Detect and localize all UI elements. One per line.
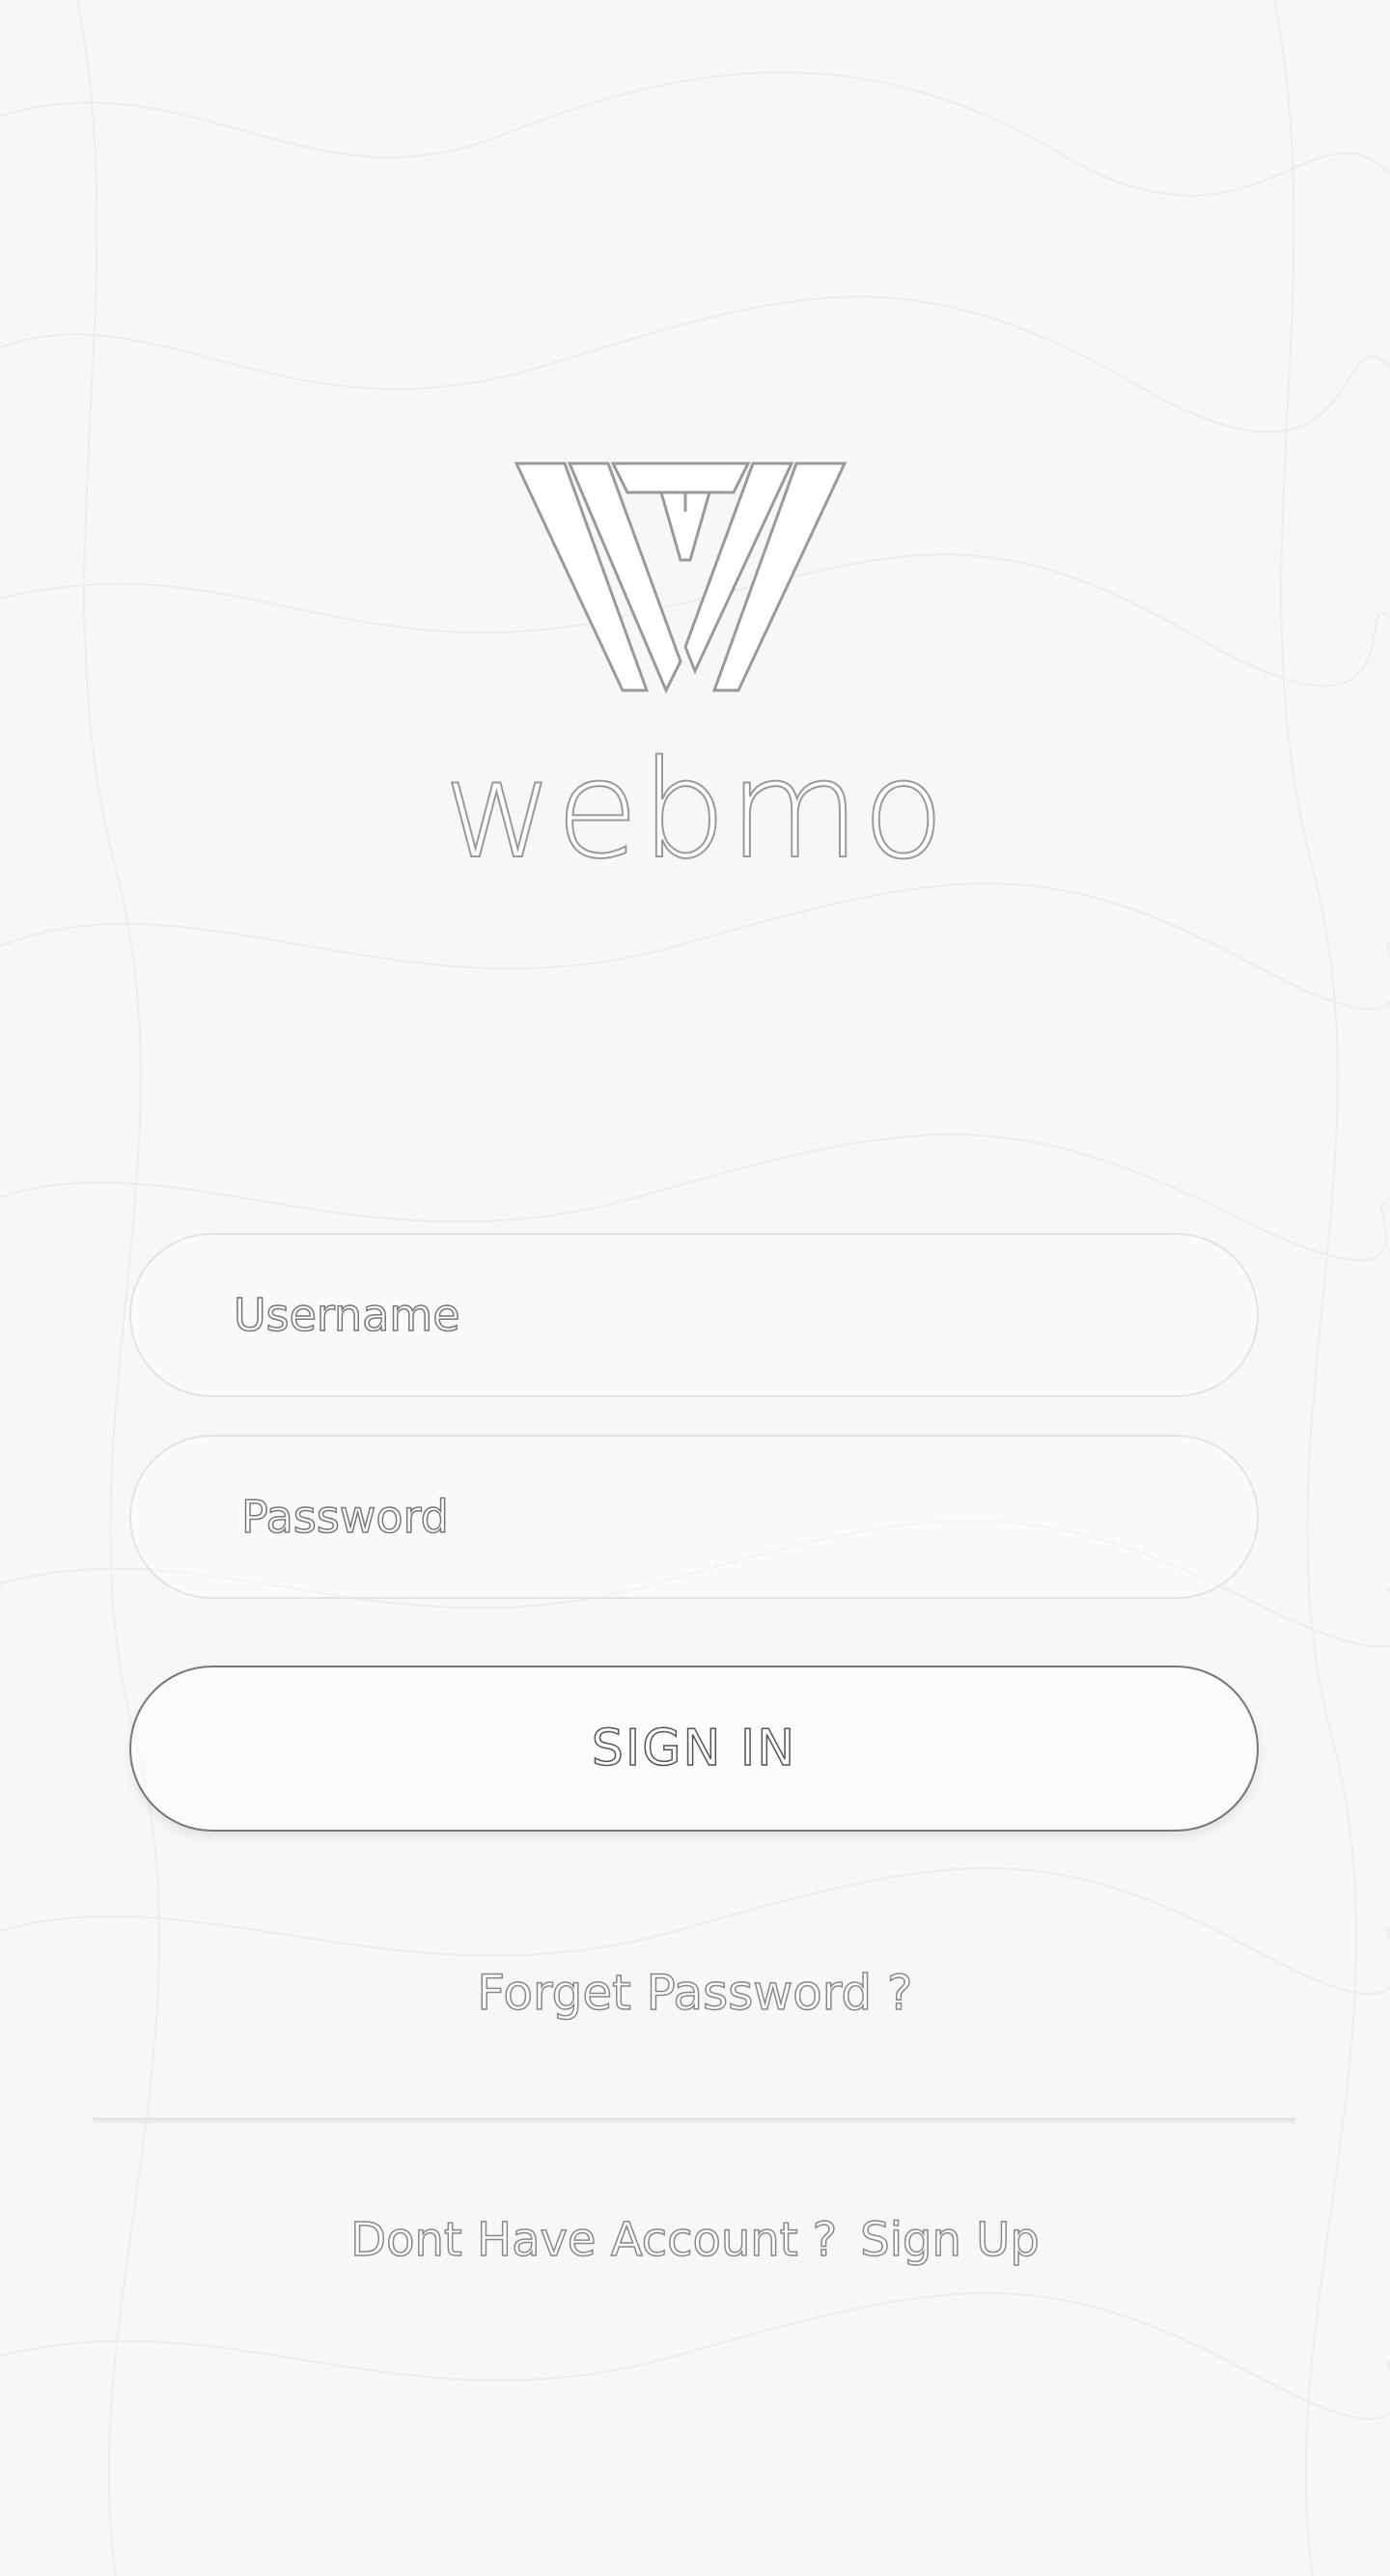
sign-up-link[interactable]: Sign Up <box>860 2212 1041 2268</box>
brand-wordmark: webmo <box>442 732 947 889</box>
password-field[interactable] <box>129 1435 1259 1599</box>
password-input[interactable] <box>241 1437 1207 1597</box>
sign-in-button[interactable]: SIGN IN <box>129 1666 1259 1832</box>
forgot-password-link[interactable]: Forget Password ? <box>0 1964 1390 2022</box>
username-field[interactable] <box>129 1233 1259 1397</box>
webmo-w-logo-icon <box>514 462 848 694</box>
divider <box>93 2117 1295 2121</box>
signup-prompt: Dont Have Account ? Sign Up <box>0 2212 1390 2268</box>
no-account-text: Dont Have Account ? <box>349 2212 838 2268</box>
username-input[interactable] <box>234 1235 1199 1395</box>
